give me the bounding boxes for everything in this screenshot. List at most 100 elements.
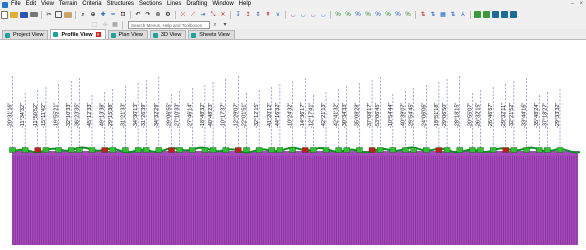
- station-marker[interactable]: [435, 147, 443, 153]
- zoom-window-icon[interactable]: ⊡: [119, 11, 127, 19]
- station-marker[interactable]: [289, 147, 296, 153]
- vertical-curve-icon[interactable]: ∨: [274, 11, 282, 19]
- station-marker[interactable]: [34, 147, 41, 153]
- station-marker[interactable]: [168, 147, 175, 153]
- station-marker[interactable]: [189, 147, 196, 153]
- tab-plan-view[interactable]: Plan View: [107, 30, 148, 39]
- station-marker[interactable]: [322, 147, 330, 153]
- station-marker[interactable]: [235, 147, 242, 153]
- station-marker[interactable]: [502, 147, 509, 153]
- zoom-out-icon[interactable]: ━: [109, 11, 117, 19]
- vertical-tool-3-icon[interactable]: ⇅: [449, 11, 457, 19]
- station-marker[interactable]: [255, 147, 263, 153]
- curve-tool-2-icon[interactable]: ◡: [299, 11, 307, 19]
- search-box[interactable]: [128, 20, 210, 29]
- report-icon-4[interactable]: [501, 11, 508, 18]
- station-marker[interactable]: [155, 147, 163, 153]
- station-marker[interactable]: [134, 147, 142, 153]
- tab-profile-view[interactable]: Profile View ×: [50, 29, 106, 39]
- station-marker[interactable]: [489, 147, 497, 153]
- station-marker[interactable]: [201, 147, 209, 153]
- grid-toggle-icon[interactable]: ▦: [111, 21, 119, 29]
- station-marker[interactable]: [544, 147, 551, 153]
- station-marker[interactable]: [222, 147, 229, 153]
- minimize-button[interactable]: –: [571, 0, 574, 9]
- close-tab-icon[interactable]: ×: [95, 32, 101, 37]
- copy-icon[interactable]: [55, 11, 62, 18]
- station-marker[interactable]: [356, 147, 363, 153]
- station-marker[interactable]: [389, 147, 397, 153]
- grade-icon[interactable]: ⇞: [264, 11, 272, 19]
- pan-icon[interactable]: ⬚: [91, 21, 99, 29]
- line-tool-icon[interactable]: ⟋: [189, 11, 197, 19]
- percent-grade-2-icon[interactable]: %: [344, 11, 352, 19]
- delete-pi-icon[interactable]: ↥: [244, 11, 252, 19]
- station-marker[interactable]: [402, 147, 409, 153]
- redo-icon[interactable]: ↷: [144, 11, 152, 19]
- station-marker[interactable]: [469, 147, 476, 153]
- grid-tool-icon[interactable]: ▦: [439, 11, 447, 19]
- percent-grade-6-icon[interactable]: %: [384, 11, 392, 19]
- tab-3d-view[interactable]: 3D View: [149, 30, 187, 39]
- station-marker[interactable]: [143, 147, 150, 153]
- station-marker[interactable]: [76, 147, 83, 153]
- station-marker[interactable]: [523, 147, 530, 153]
- report-icon-5[interactable]: [510, 11, 517, 18]
- insert-pi-icon[interactable]: ↧: [234, 11, 242, 19]
- curve-tool-1-icon[interactable]: ◡: [289, 11, 297, 19]
- station-marker[interactable]: [443, 147, 451, 153]
- station-marker[interactable]: [410, 147, 417, 153]
- vertical-tool-1-icon[interactable]: ⇅: [419, 11, 427, 19]
- extend-icon[interactable]: ⇥: [199, 11, 207, 19]
- print-icon[interactable]: [30, 12, 38, 17]
- menu-terrain[interactable]: Terrain: [59, 0, 77, 9]
- undo-icon[interactable]: ↶: [134, 11, 142, 19]
- station-marker[interactable]: [42, 147, 50, 153]
- menu-lines[interactable]: Lines: [167, 0, 181, 9]
- vertical-tool-2-icon[interactable]: ⇅: [429, 11, 437, 19]
- tab-sheets-view[interactable]: Sheets View: [188, 30, 235, 39]
- move-pi-icon[interactable]: ⇕: [254, 11, 262, 19]
- zoom-extents-icon[interactable]: ✚: [99, 11, 107, 19]
- station-marker[interactable]: [335, 147, 342, 153]
- percent-grade-4-icon[interactable]: %: [364, 11, 372, 19]
- menu-sections[interactable]: Sections: [139, 0, 162, 9]
- station-marker[interactable]: [88, 147, 96, 153]
- station-marker[interactable]: [101, 147, 108, 153]
- station-marker[interactable]: [368, 147, 376, 153]
- percent-grade-7-icon[interactable]: %: [394, 11, 402, 19]
- station-marker[interactable]: [268, 147, 275, 153]
- station-marker[interactable]: [310, 147, 317, 153]
- close-button[interactable]: ×: [579, 0, 583, 9]
- station-marker[interactable]: [276, 147, 284, 153]
- station-marker[interactable]: [209, 147, 217, 153]
- station-marker[interactable]: [477, 147, 484, 153]
- settings-icon[interactable]: ⚙: [164, 11, 172, 19]
- search-dropdown-icon[interactable]: ▾: [221, 21, 229, 29]
- menu-criteria[interactable]: Criteria: [82, 0, 101, 9]
- zoom-in-icon[interactable]: ⊕: [89, 11, 97, 19]
- menu-file[interactable]: File: [11, 0, 21, 9]
- paste-icon[interactable]: [64, 11, 72, 18]
- percent-grade-3-icon[interactable]: %: [354, 11, 362, 19]
- station-marker[interactable]: [243, 147, 250, 153]
- profile-canvas[interactable]: · · · · · · · · · · · · · · · · · · · · · · · · · · ·…: [0, 40, 586, 250]
- station-marker[interactable]: [536, 147, 543, 153]
- menu-view[interactable]: View: [41, 0, 54, 9]
- new-file-icon[interactable]: [1, 10, 8, 19]
- open-folder-icon[interactable]: [10, 11, 18, 18]
- station-marker[interactable]: [109, 147, 116, 153]
- percent-grade-5-icon[interactable]: %: [374, 11, 382, 19]
- trim-icon[interactable]: ⤫: [179, 11, 187, 19]
- menu-help[interactable]: Help: [239, 0, 251, 9]
- menu-edit[interactable]: Edit: [26, 0, 36, 9]
- station-marker[interactable]: [122, 147, 129, 153]
- menu-structures[interactable]: Structures: [107, 0, 134, 9]
- station-marker[interactable]: [68, 147, 75, 153]
- station-marker[interactable]: [377, 147, 384, 153]
- report-icon-3[interactable]: [492, 11, 499, 18]
- save-icon[interactable]: [20, 11, 28, 18]
- station-marker[interactable]: [423, 147, 430, 153]
- curve-tool-3-icon[interactable]: ◡: [309, 11, 317, 19]
- station-marker[interactable]: [456, 147, 463, 153]
